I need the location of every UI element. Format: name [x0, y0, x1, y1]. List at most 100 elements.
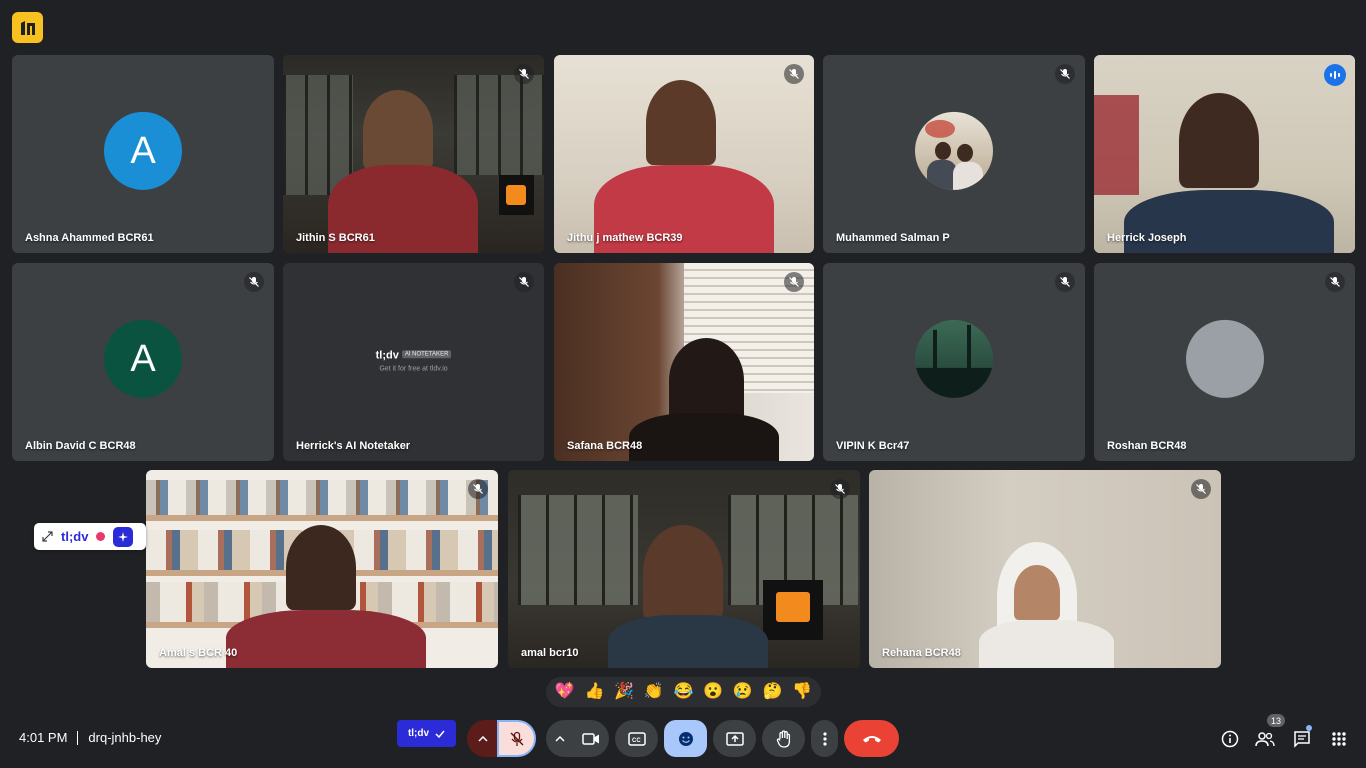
mic-off-icon	[1191, 479, 1211, 499]
apps-grid-icon	[1332, 732, 1346, 746]
mic-off-icon	[1055, 272, 1075, 292]
ai-sparkle-icon[interactable]	[113, 526, 134, 547]
video-feed	[554, 55, 814, 253]
camera-toggle-button[interactable]	[573, 720, 609, 757]
participant-name: Jithin S BCR61	[296, 232, 375, 244]
notetaker-brand: tl;dv	[375, 349, 399, 362]
participant-tile-active-speaker[interactable]: Herrick Joseph	[1094, 55, 1355, 253]
participant-tile[interactable]: tl;dv AI NOTETAKER Get it for free at tld…	[283, 263, 544, 461]
participant-name: Herrick's AI Notetaker	[296, 440, 411, 452]
participant-tile[interactable]: Roshan BCR48	[1094, 263, 1355, 461]
participant-tile[interactable]: Jithu j mathew BCR39	[554, 55, 814, 253]
tldv-button-label: tl;dv	[407, 728, 430, 739]
video-feed	[146, 470, 498, 668]
expand-icon[interactable]	[42, 531, 53, 542]
reactions-button[interactable]	[664, 720, 707, 757]
video-options-button[interactable]	[546, 720, 574, 757]
participant-name: Amal s BCR 40	[159, 647, 238, 659]
reaction-clapping[interactable]: 👏	[644, 684, 664, 700]
reaction-sparkling-heart[interactable]: 💖	[555, 684, 575, 700]
reaction-thinking[interactable]: 🤔	[762, 684, 782, 700]
tldv-widget-label: tl;dv	[61, 529, 89, 544]
notetaker-subtitle: Get it for free at tldv.io	[379, 365, 448, 373]
participant-tile[interactable]: Jithin S BCR61	[283, 55, 544, 253]
mic-off-icon	[784, 272, 804, 292]
mic-toggle-button[interactable]	[497, 720, 536, 757]
avatar: A	[104, 111, 182, 190]
people-count-badge: 13	[1267, 714, 1285, 727]
tldv-recorder-widget[interactable]: tl;dv	[34, 523, 146, 550]
people-button[interactable]	[1252, 726, 1278, 752]
participant-name: Albin David C BCR48	[25, 440, 136, 452]
people-icon	[1255, 732, 1275, 747]
participant-tile[interactable]: A Ashna Ahammed BCR61	[12, 55, 274, 253]
mic-off-icon	[1325, 272, 1345, 292]
chevron-up-icon	[555, 735, 565, 742]
audio-options-button[interactable]	[467, 720, 499, 757]
participant-tile[interactable]: A Albin David C BCR48	[12, 263, 274, 461]
activities-button[interactable]	[1326, 726, 1352, 752]
participant-name: Jithu j mathew BCR39	[567, 232, 683, 244]
reaction-party-popper[interactable]: 🎉	[614, 684, 634, 700]
notetaker-chip: AI NOTETAKER	[401, 350, 452, 359]
participant-tile[interactable]: amal bcr10	[508, 470, 860, 668]
participant-name: VIPIN K Bcr47	[836, 440, 910, 452]
chevron-up-icon	[478, 735, 488, 742]
mic-off-icon	[830, 479, 850, 499]
emoji-icon	[678, 731, 693, 746]
mic-off-icon	[514, 272, 534, 292]
meeting-code: drq-jnhb-hey	[88, 730, 162, 745]
hang-up-icon	[862, 735, 881, 742]
reactions-bar: 💖 👍 🎉 👏 😂 😮 😢 🤔 👎	[546, 677, 821, 707]
more-options-button[interactable]	[811, 720, 838, 757]
video-feed	[554, 263, 814, 461]
present-icon	[725, 731, 744, 746]
info-icon	[1221, 730, 1239, 748]
leave-call-button[interactable]	[844, 720, 899, 757]
reaction-crying[interactable]: 😢	[733, 684, 753, 700]
raise-hand-button[interactable]	[762, 720, 805, 757]
participant-name: Safana BCR48	[567, 440, 643, 452]
participant-name: Herrick Joseph	[1107, 232, 1187, 244]
mic-off-icon	[468, 479, 488, 499]
video-feed	[869, 470, 1221, 668]
avatar	[1185, 319, 1264, 398]
svg-text:CC: CC	[632, 738, 641, 744]
hand-icon	[776, 729, 790, 748]
participant-name: Rehana BCR48	[882, 647, 961, 659]
participant-tile[interactable]: VIPIN K Bcr47	[823, 263, 1085, 461]
reaction-surprised[interactable]: 😮	[703, 684, 723, 700]
reaction-thumbs-up[interactable]: 👍	[585, 684, 605, 700]
avatar	[915, 111, 993, 190]
mic-off-icon	[784, 64, 804, 84]
tldv-toolbar-button[interactable]: tl;dv	[397, 720, 456, 747]
reaction-laughing[interactable]: 😂	[673, 684, 693, 700]
participant-tile[interactable]: Amal s BCR 40	[146, 470, 498, 668]
mic-off-icon	[244, 272, 264, 292]
mic-off-icon	[509, 731, 524, 746]
video-feed	[283, 55, 544, 253]
speaking-indicator-icon	[1324, 64, 1346, 86]
captions-icon: CC	[627, 731, 646, 746]
participant-name: Ashna Ahammed BCR61	[25, 232, 154, 244]
participant-name: Roshan BCR48	[1107, 440, 1187, 452]
app-logo[interactable]	[12, 12, 43, 43]
meeting-time: 4:01 PM	[19, 730, 68, 745]
participant-tile[interactable]: Safana BCR48	[554, 263, 814, 461]
captions-button[interactable]: CC	[615, 720, 658, 757]
video-feed	[1094, 55, 1355, 253]
participant-tile[interactable]: Muhammed Salman P	[823, 55, 1085, 253]
recording-dot-icon	[96, 532, 106, 541]
present-screen-button[interactable]	[713, 720, 756, 757]
mic-off-icon	[514, 64, 534, 84]
participant-name: amal bcr10	[521, 647, 579, 659]
chat-icon	[1294, 731, 1310, 748]
camera-icon	[582, 732, 599, 745]
participant-tile[interactable]: Rehana BCR48	[869, 470, 1221, 668]
meeting-info: 4:01 PM drq-jnhb-hey	[19, 730, 161, 745]
avatar: A	[104, 319, 182, 398]
reaction-thumbs-down[interactable]: 👎	[792, 684, 812, 700]
video-feed	[508, 470, 860, 668]
notetaker-card: tl;dv AI NOTETAKER Get it for free at tld…	[376, 345, 452, 372]
meeting-details-button[interactable]	[1217, 726, 1243, 752]
